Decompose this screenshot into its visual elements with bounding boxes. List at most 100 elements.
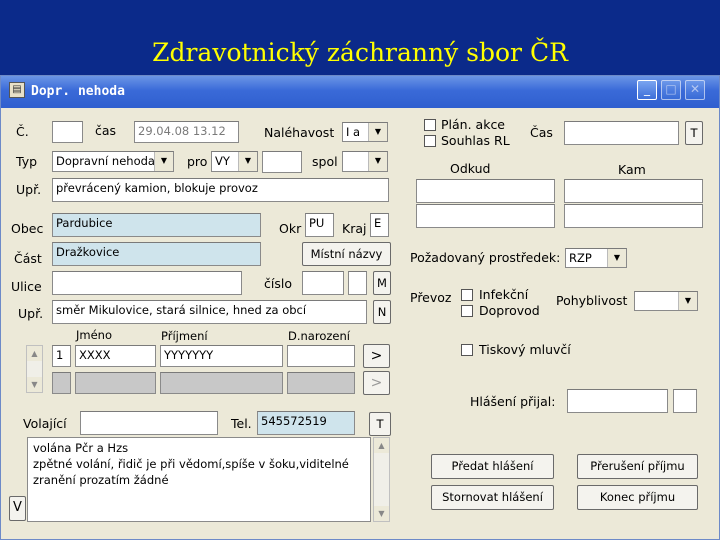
scroll-up-icon[interactable]: ▲ bbox=[374, 438, 389, 453]
doprovod-label: Doprovod bbox=[479, 303, 540, 318]
odkud-input-2[interactable] bbox=[416, 204, 555, 228]
typ-value: Dopravní nehoda bbox=[56, 154, 155, 168]
tel-t-button[interactable]: T bbox=[369, 412, 391, 436]
cast-input[interactable]: Dražkovice bbox=[52, 242, 261, 266]
minimize-button[interactable]: _ bbox=[637, 80, 657, 100]
slide-title: Zdravotnický záchranný sbor ČR bbox=[152, 38, 568, 67]
v-button[interactable]: V bbox=[9, 496, 26, 521]
cas-label: čas bbox=[95, 123, 117, 138]
upr2-label: Upř. bbox=[18, 306, 44, 321]
souhlas-rl-label: Souhlas RL bbox=[441, 133, 510, 148]
chevron-down-icon: ▼ bbox=[607, 249, 626, 267]
empty-row-number[interactable] bbox=[52, 372, 71, 394]
scroll-up-icon[interactable]: ▲ bbox=[27, 346, 42, 361]
cislo-orient-input[interactable] bbox=[348, 271, 367, 295]
window-title: Dopr. nehoda bbox=[31, 84, 125, 99]
volajici-label: Volající bbox=[23, 416, 67, 431]
chevron-down-icon: ▼ bbox=[154, 152, 173, 171]
chevron-down-icon: ▼ bbox=[678, 292, 697, 310]
pozadovany-select[interactable]: RZP ▼ bbox=[565, 248, 627, 268]
empty-prijmeni[interactable] bbox=[160, 372, 283, 394]
kraj-label: Kraj bbox=[342, 221, 367, 236]
cislo-input[interactable] bbox=[52, 121, 83, 143]
odkud-input-1[interactable] bbox=[416, 179, 555, 203]
plan-akce-checkbox[interactable] bbox=[424, 119, 436, 131]
infekcni-label: Infekční bbox=[479, 287, 529, 302]
person-prijmeni-input[interactable]: YYYYYYY bbox=[160, 345, 283, 367]
infekcni-checkbox[interactable] bbox=[461, 289, 473, 301]
preruseni-prijmu-button[interactable]: Přerušení příjmu bbox=[577, 454, 698, 479]
spol-label: spol bbox=[312, 154, 338, 169]
n-button[interactable]: N bbox=[373, 300, 391, 324]
kam-input-1[interactable] bbox=[564, 179, 703, 203]
cast-label: Část bbox=[14, 251, 42, 266]
chevron-down-icon: ▼ bbox=[368, 152, 387, 171]
nalehavost-label: Naléhavost bbox=[264, 125, 335, 140]
stornovat-hlaseni-button[interactable]: Stornovat hlášení bbox=[431, 485, 554, 510]
nalehavost-value: I a bbox=[346, 125, 361, 139]
pro-value: VY bbox=[215, 154, 230, 168]
kam-input-2[interactable] bbox=[564, 204, 703, 228]
predat-hlaseni-button[interactable]: Předat hlášení bbox=[431, 454, 554, 479]
tiskovy-checkbox[interactable] bbox=[461, 344, 473, 356]
empty-jmeno[interactable] bbox=[75, 372, 156, 394]
cislo-domu-input[interactable] bbox=[302, 271, 344, 295]
pro-extra-input[interactable] bbox=[262, 151, 302, 173]
mistni-nazvy-button[interactable]: Místní názvy bbox=[302, 242, 391, 266]
upr-input[interactable]: převrácený kamion, blokuje provoz bbox=[52, 178, 389, 202]
pozadovany-value: RZP bbox=[569, 251, 592, 265]
memo-line-2: zpětné volání, řidič je při vědomí,spíše… bbox=[33, 457, 349, 471]
ulice-input[interactable] bbox=[52, 271, 242, 295]
prevoz-label: Převoz bbox=[410, 290, 452, 305]
memo-line-3: zranění prozatím žádné bbox=[33, 473, 169, 487]
pozadovany-label: Požadovaný prostředek: bbox=[410, 250, 561, 265]
empty-narozeni[interactable] bbox=[287, 372, 355, 394]
person-narozeni-input[interactable] bbox=[287, 345, 355, 367]
scroll-down-icon[interactable]: ▼ bbox=[374, 506, 389, 521]
souhlas-rl-checkbox[interactable] bbox=[424, 135, 436, 147]
chevron-down-icon: ▼ bbox=[238, 152, 257, 171]
maximize-button: □ bbox=[661, 80, 681, 100]
form-icon: ▤ bbox=[9, 82, 25, 98]
volajici-input[interactable] bbox=[80, 411, 218, 435]
persons-scrollbar[interactable]: ▲ ▼ bbox=[26, 345, 43, 393]
jmeno-header: Jméno bbox=[76, 328, 112, 342]
kraj-input[interactable]: E bbox=[370, 213, 389, 237]
obec-label: Obec bbox=[11, 221, 44, 236]
cas2-t-button[interactable]: T bbox=[685, 121, 703, 145]
hlaseni-prijal-code[interactable] bbox=[673, 389, 697, 413]
cas2-input[interactable] bbox=[564, 121, 679, 145]
chevron-down-icon: ▼ bbox=[368, 123, 387, 141]
konec-prijmu-button[interactable]: Konec příjmu bbox=[577, 485, 698, 510]
pro-label: pro bbox=[187, 154, 208, 169]
nalehavost-select[interactable]: I a ▼ bbox=[342, 122, 388, 142]
person-jmeno-input[interactable]: XXXX bbox=[75, 345, 156, 367]
okr-label: Okr bbox=[279, 221, 302, 236]
memo-scrollbar[interactable]: ▲ ▼ bbox=[373, 437, 390, 522]
okr-input[interactable]: PU bbox=[305, 213, 334, 237]
spol-select[interactable]: ▼ bbox=[342, 151, 388, 172]
tel-input[interactable]: 545572519 bbox=[257, 411, 355, 435]
scroll-down-icon[interactable]: ▼ bbox=[27, 377, 42, 392]
datum-narozeni-header: D.narození bbox=[288, 329, 350, 343]
tel-label: Tel. bbox=[231, 416, 252, 431]
plan-akce-label: Plán. akce bbox=[441, 117, 506, 132]
typ-select[interactable]: Dopravní nehoda ▼ bbox=[52, 151, 174, 172]
doprovod-checkbox[interactable] bbox=[461, 305, 473, 317]
m-button[interactable]: M bbox=[373, 271, 391, 295]
pohyblivost-select[interactable]: ▼ bbox=[634, 291, 698, 311]
typ-label: Typ bbox=[16, 154, 38, 169]
kam-header: Kam bbox=[618, 162, 646, 177]
obec-input[interactable]: Pardubice bbox=[52, 213, 261, 237]
upr2-input[interactable]: směr Mikulovice, stará silnice, hned za … bbox=[52, 300, 367, 324]
next-person-button-2: > bbox=[363, 371, 390, 395]
next-person-button[interactable]: > bbox=[363, 344, 390, 368]
poznamka-textarea[interactable]: volána Pčr a Hzs zpětné volání, řidič je… bbox=[27, 437, 371, 522]
window-titlebar[interactable]: ▤ Dopr. nehoda _ □ ✕ bbox=[1, 76, 719, 108]
hlaseni-prijal-input[interactable] bbox=[567, 389, 668, 413]
cislo-label: Č. bbox=[16, 124, 29, 139]
close-button: ✕ bbox=[685, 80, 705, 100]
person-row-number[interactable]: 1 bbox=[52, 345, 71, 367]
cas-input[interactable]: 29.04.08 13.12 bbox=[134, 121, 239, 143]
pro-select[interactable]: VY ▼ bbox=[211, 151, 258, 172]
